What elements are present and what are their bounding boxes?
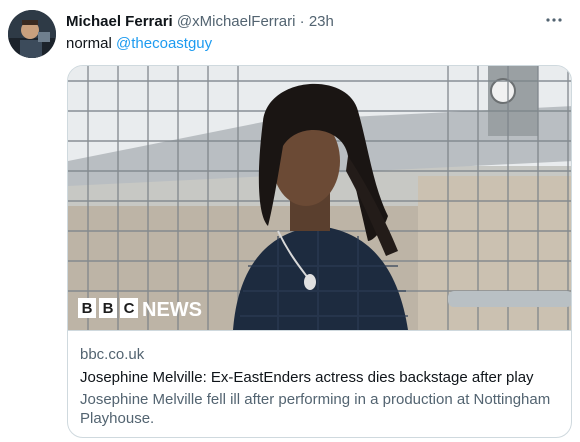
- svg-text:NEWS: NEWS: [142, 299, 202, 321]
- author-handle[interactable]: @xMichaelFerrari: [177, 13, 296, 30]
- svg-text:C: C: [124, 300, 135, 317]
- tweet-header: Michael Ferrari @xMichaelFerrari · 23h: [66, 12, 540, 32]
- tweet-timestamp[interactable]: 23h: [309, 13, 334, 30]
- separator-dot: ·: [299, 13, 305, 30]
- avatar[interactable]: [8, 10, 56, 58]
- avatar-image: [8, 10, 56, 58]
- card-title: Josephine Melville: Ex-EastEnders actres…: [80, 369, 534, 386]
- card-image: B B C NEWS: [68, 66, 571, 330]
- author-name[interactable]: Michael Ferrari: [66, 13, 173, 30]
- link-card[interactable]: B B C NEWS bbc.co.uk Josephine Melville:…: [67, 65, 572, 438]
- card-domain: bbc.co.uk: [80, 346, 145, 363]
- svg-text:B: B: [82, 300, 93, 317]
- tweet-text-body: normal: [66, 35, 112, 52]
- more-horizontal-icon[interactable]: [542, 10, 566, 30]
- mention-link[interactable]: @thecoastguy: [116, 35, 212, 52]
- card-divider: [68, 330, 571, 331]
- more-dots: [546, 18, 562, 22]
- tweet-text: normal @thecoastguy: [66, 34, 212, 54]
- svg-text:B: B: [103, 300, 114, 317]
- card-description: Josephine Melville fell ill after perfor…: [80, 391, 551, 427]
